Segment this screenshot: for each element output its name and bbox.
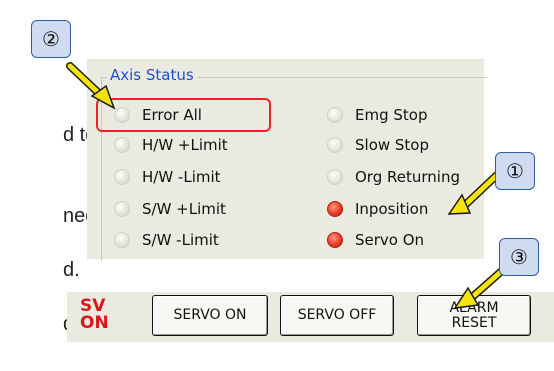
arrow-icon [453,265,508,309]
callout-3-badge: ③ [499,238,539,276]
callout-2-badge: ② [31,20,71,58]
arrow-icon [66,62,116,110]
callout-1-badge: ① [495,152,535,190]
arrow-icon [447,170,502,215]
annotation-arrows [66,62,508,309]
